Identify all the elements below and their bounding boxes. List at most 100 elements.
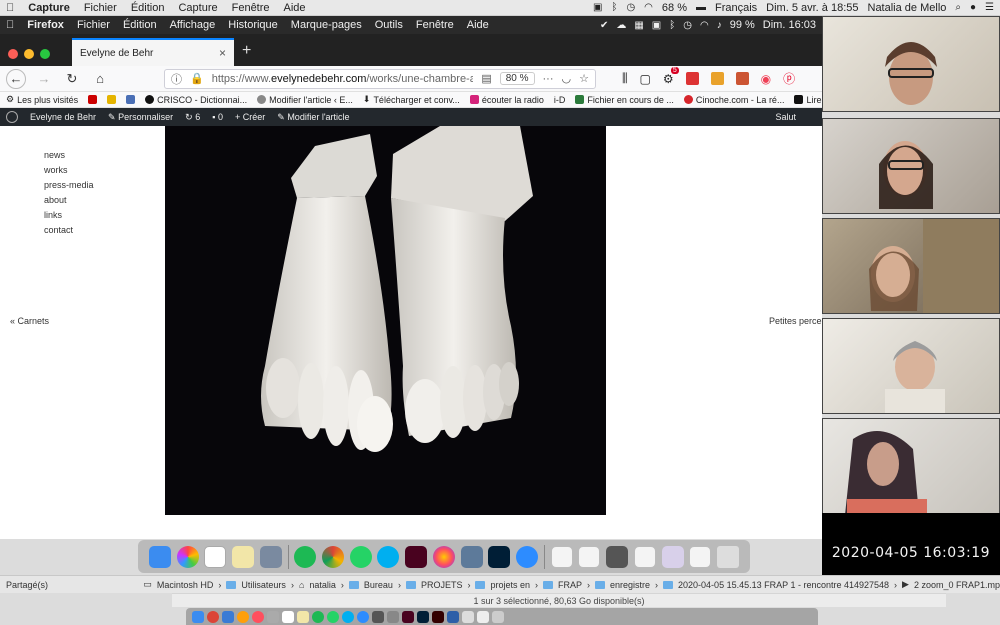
nav-works[interactable]: works xyxy=(44,165,94,175)
participant-video[interactable] xyxy=(822,318,1000,414)
document-icon[interactable] xyxy=(633,545,656,568)
bluetooth-icon[interactable]: ᛒ xyxy=(611,2,617,13)
shield-check-icon[interactable]: ✔ xyxy=(600,20,608,31)
app-icon[interactable] xyxy=(387,610,399,623)
remote-menu-historique[interactable]: Historique xyxy=(228,19,278,31)
time-machine-icon[interactable]: ◷ xyxy=(626,2,635,13)
app-icon[interactable] xyxy=(460,545,483,568)
participant-video[interactable] xyxy=(822,118,1000,214)
cloud-icon[interactable]: ☁ xyxy=(616,20,626,31)
lock-icon[interactable]: 🔒 xyxy=(190,72,204,85)
app-icon[interactable] xyxy=(447,610,459,623)
indesign-icon[interactable] xyxy=(402,610,414,623)
document-icon[interactable] xyxy=(606,545,629,568)
photoshop-icon[interactable] xyxy=(417,610,429,623)
indesign-icon[interactable] xyxy=(405,545,428,568)
app-icon[interactable] xyxy=(222,610,234,623)
remote-apple-menu-icon[interactable]:  xyxy=(6,19,14,31)
sidebar-icon[interactable]: ▢ xyxy=(640,72,651,86)
spotlight-icon[interactable]: ⌕ xyxy=(955,2,961,13)
path-item[interactable]: FRAP xyxy=(558,580,582,590)
previous-work-link[interactable]: « Carnets xyxy=(10,316,49,326)
pinterest-icon[interactable]: ⓟ xyxy=(783,70,795,87)
url-text[interactable]: https://www.evelynedebehr.com/works/une-… xyxy=(212,73,474,85)
library-icon[interactable]: ⫼ xyxy=(622,71,628,86)
site-info-icon[interactable]: ⓘ xyxy=(171,71,182,87)
bookmark-item[interactable] xyxy=(88,95,98,104)
host-menu-fenetre[interactable]: Fenêtre xyxy=(232,2,270,14)
bookmark-star-icon[interactable]: ☆ xyxy=(579,72,589,85)
host-menu-edition[interactable]: Édition xyxy=(131,2,165,14)
nav-links[interactable]: links xyxy=(44,210,94,220)
remote-menu-fichier[interactable]: Fichier xyxy=(77,19,110,31)
notification-center-icon[interactable]: ☰ xyxy=(985,2,994,13)
bookmark-item[interactable]: Modifier l'article ‹ E... xyxy=(257,95,353,105)
bookmark-item[interactable]: ⚙ Les plus visités xyxy=(6,94,78,105)
notes-extension-icon[interactable] xyxy=(710,72,724,85)
wp-greeting[interactable]: Salut xyxy=(775,112,796,122)
dropbox-icon[interactable]: ▣ xyxy=(652,20,661,31)
remote-menu-edition[interactable]: Édition xyxy=(123,19,157,31)
extension-icon[interactable]: ⚙ 5 xyxy=(663,66,679,86)
document-icon[interactable] xyxy=(661,545,684,568)
path-item[interactable]: 2020-04-05 15.45.13 FRAP 1 - rencontre 4… xyxy=(678,580,889,590)
path-item[interactable]: PROJETS xyxy=(421,580,463,590)
finder-icon[interactable] xyxy=(192,610,204,623)
remote-menu-aide[interactable]: Aide xyxy=(467,19,489,31)
bookmark-item[interactable] xyxy=(107,95,117,104)
remote-menu-fenetre[interactable]: Fenêtre xyxy=(416,19,454,31)
firefox-icon[interactable] xyxy=(432,545,455,568)
participant-video[interactable] xyxy=(822,16,1000,112)
document-icon[interactable] xyxy=(477,610,489,623)
photos-icon[interactable] xyxy=(176,545,199,568)
pen-extension-icon[interactable] xyxy=(685,72,699,85)
remote-app-menu[interactable]: Firefox xyxy=(27,19,64,31)
path-item[interactable]: 2 zoom_0 FRAP1.mp xyxy=(914,580,1000,590)
host-user[interactable]: Natalia de Mello xyxy=(868,2,947,14)
finder-icon[interactable] xyxy=(148,545,171,568)
next-work-link[interactable]: Petites percep xyxy=(769,316,822,326)
wp-site-name[interactable]: Evelyne de Behr xyxy=(30,112,96,122)
nav-contact[interactable]: contact xyxy=(44,225,94,235)
back-arrow-icon[interactable]: ← xyxy=(6,68,26,89)
spotify-icon[interactable] xyxy=(312,610,324,623)
wp-updates[interactable]: ↻ 6 xyxy=(185,112,200,123)
trash-icon[interactable] xyxy=(492,610,504,623)
illustrator-icon[interactable] xyxy=(432,610,444,623)
participant-video[interactable] xyxy=(822,418,1000,514)
close-icon[interactable]: × xyxy=(219,46,226,60)
whatsapp-icon[interactable] xyxy=(349,545,372,568)
app-icon[interactable] xyxy=(267,610,279,623)
host-language[interactable]: Français xyxy=(715,2,757,14)
photoshop-icon[interactable] xyxy=(488,545,511,568)
document-icon[interactable] xyxy=(550,545,573,568)
nav-news[interactable]: news xyxy=(44,150,94,160)
app-icon[interactable] xyxy=(372,610,384,623)
spotify-icon[interactable] xyxy=(294,545,317,568)
document-icon[interactable] xyxy=(689,545,712,568)
host-menu-fichier[interactable]: Fichier xyxy=(84,2,117,14)
chrome-icon[interactable] xyxy=(207,610,219,623)
notes-icon[interactable] xyxy=(232,545,255,568)
tab-evelyne-de-behr[interactable]: Evelyne de Behr × xyxy=(72,38,234,66)
bookmark-extension-icon[interactable] xyxy=(735,72,749,85)
preview-icon[interactable] xyxy=(259,545,282,568)
bookmark-item[interactable]: Lire des fem xyxy=(794,95,822,105)
volume-icon[interactable]: ♪ xyxy=(717,20,722,31)
path-item[interactable]: projets en xyxy=(490,580,530,590)
wifi-icon[interactable]: ◠ xyxy=(644,2,653,13)
calendar-icon[interactable] xyxy=(204,545,227,568)
remote-menu-marque-pages[interactable]: Marque-pages xyxy=(291,19,362,31)
chrome-icon[interactable] xyxy=(322,545,344,568)
zoom-icon[interactable] xyxy=(357,610,369,623)
remote-battery[interactable]: 99 % xyxy=(730,19,755,31)
host-datetime[interactable]: Dim. 5 avr. à 18:55 xyxy=(766,2,858,14)
bookmark-item[interactable]: CRISCO - Dictionnai... xyxy=(145,95,247,105)
zoom-window-button[interactable] xyxy=(40,49,50,59)
path-item[interactable]: Macintosh HD xyxy=(157,580,214,590)
pocket-extension-icon[interactable]: ◉ xyxy=(761,72,771,86)
path-item[interactable]: Utilisateurs xyxy=(241,580,286,590)
pocket-icon[interactable]: ◡ xyxy=(562,72,572,85)
wp-customize[interactable]: ✎ Personnaliser xyxy=(108,112,173,123)
document-icon[interactable] xyxy=(578,545,601,568)
